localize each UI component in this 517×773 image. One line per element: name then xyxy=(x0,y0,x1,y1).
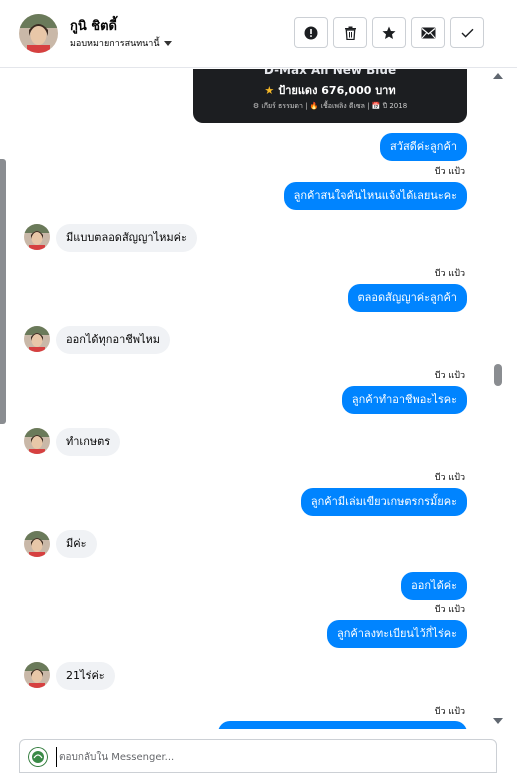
star-icon: ★ xyxy=(264,84,275,97)
page-avatar-icon xyxy=(28,747,48,767)
assign-label: มอบหมายการสนทนานี้ xyxy=(70,39,160,49)
message-thread[interactable]: D-Max All New Blue ★ ป้ายแดง 676,000 บาท … xyxy=(0,69,517,729)
message-outgoing-partial[interactable] xyxy=(218,721,467,729)
contact-avatar-small[interactable] xyxy=(24,662,50,688)
message-incoming[interactable]: มีแบบตลอดสัญญาไหมค่ะ xyxy=(56,224,197,252)
message-outgoing[interactable]: ออกได้ค่ะ xyxy=(401,572,467,600)
message-incoming[interactable]: 21ไร่ค่ะ xyxy=(56,662,115,690)
card-title: D-Max All New Blue xyxy=(263,69,397,77)
header-actions xyxy=(294,17,484,48)
seen-label: บีว แป้ว xyxy=(434,269,465,279)
message-outgoing[interactable]: ตลอดสัญญาค่ะลูกค้า xyxy=(347,284,467,312)
contact-avatar-small[interactable] xyxy=(24,531,50,557)
reply-composer[interactable] xyxy=(19,739,497,773)
check-icon xyxy=(461,28,473,38)
reply-input[interactable] xyxy=(56,747,476,767)
assign-conversation-dropdown[interactable]: มอบหมายการสนทนานี้ xyxy=(70,36,172,50)
thread-scrollbar-thumb[interactable] xyxy=(494,364,502,386)
message-incoming[interactable]: ทำเกษตร xyxy=(56,428,121,456)
contact-avatar-small[interactable] xyxy=(24,224,50,250)
scroll-up-arrow-icon[interactable] xyxy=(493,73,503,79)
delete-button[interactable] xyxy=(333,17,367,48)
card-price: ★ ป้ายแดง 676,000 บาท xyxy=(264,84,396,97)
star-icon xyxy=(382,26,396,39)
left-panel-scrollbar[interactable] xyxy=(0,159,6,424)
seen-label: บีว แป้ว xyxy=(434,707,465,717)
message-outgoing[interactable]: สวัสดีค่ะลูกค้า xyxy=(380,133,467,161)
contact-avatar-small[interactable] xyxy=(24,428,50,454)
envelope-icon xyxy=(421,27,435,38)
seen-label: บีว แป้ว xyxy=(434,605,465,615)
exclamation-icon xyxy=(304,26,318,39)
message-incoming[interactable]: ออกได้ทุกอาชีพไหม xyxy=(56,326,170,354)
product-card[interactable]: D-Max All New Blue ★ ป้ายแดง 676,000 บาท … xyxy=(193,69,467,123)
contact-avatar-small[interactable] xyxy=(24,326,50,352)
message-incoming[interactable]: มีค่ะ xyxy=(56,530,97,558)
mark-spam-button[interactable] xyxy=(294,17,328,48)
message-outgoing[interactable]: ลูกค้าลงทะเบียนไว้กี่ไร่คะ xyxy=(327,620,467,648)
scroll-down-arrow-icon[interactable] xyxy=(493,718,503,724)
star-button[interactable] xyxy=(372,17,406,48)
seen-label: บีว แป้ว xyxy=(434,473,465,483)
contact-avatar[interactable] xyxy=(19,14,58,53)
message-outgoing[interactable]: ลูกค้าสนใจคันไหนแจ้งได้เลยนะคะ xyxy=(283,182,467,210)
card-specs: ⚙ เกียร์ ธรรมดา | 🔥 เชื้อเพลิง ดีเซล | 📅… xyxy=(252,102,408,110)
trash-icon xyxy=(344,26,356,40)
message-outgoing[interactable]: ลูกค้าทำอาชีพอะไรคะ xyxy=(341,386,467,414)
mark-done-button[interactable] xyxy=(450,17,484,48)
seen-label: บีว แป้ว xyxy=(434,167,465,177)
contact-name[interactable]: กูนิ ชิตดี้ xyxy=(70,15,117,36)
caret-down-icon xyxy=(163,40,172,46)
mark-unread-button[interactable] xyxy=(411,17,445,48)
seen-label: บีว แป้ว xyxy=(434,371,465,381)
message-outgoing[interactable]: ลูกค้ามีเล่มเขียวเกษตรกรมั้ยคะ xyxy=(300,488,467,516)
conversation-header: กูนิ ชิตดี้ มอบหมายการสนทนานี้ xyxy=(0,0,517,68)
